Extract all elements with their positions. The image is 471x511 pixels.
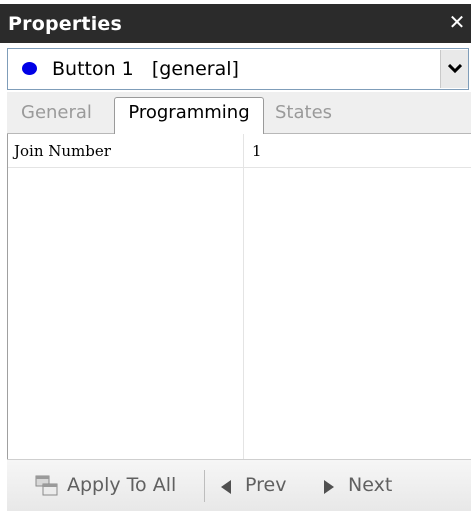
tab-general[interactable]: General (21, 98, 92, 134)
copy-windows-icon (35, 475, 58, 496)
prev-button[interactable]: Prev (219, 473, 299, 501)
property-grid: Join Number 1 (7, 134, 471, 459)
object-selector[interactable]: Button 1 [general] (7, 48, 469, 90)
toolbar-divider (204, 470, 205, 502)
next-button[interactable]: Next (322, 473, 412, 501)
blue-dot-icon (22, 62, 37, 75)
panel-title: Properties (8, 13, 122, 35)
properties-panel: Properties ✕ Button 1 [general] General … (0, 0, 471, 511)
prev-label: Prev (245, 474, 287, 496)
tab-strip: General Programming States (7, 92, 471, 134)
tab-programming[interactable]: Programming (114, 97, 264, 134)
apply-to-all-label: Apply To All (67, 474, 177, 496)
bottom-toolbar: Apply To All Prev Next (7, 459, 471, 511)
property-name: Join Number (14, 142, 111, 160)
title-bar: Properties ✕ (0, 4, 471, 43)
property-value[interactable]: 1 (252, 142, 262, 160)
dropdown-button[interactable] (440, 50, 468, 88)
apply-to-all-button[interactable]: Apply To All (35, 473, 195, 501)
selected-object-label: Button 1 [general] (52, 58, 239, 80)
close-icon[interactable]: ✕ (447, 9, 467, 35)
chevron-down-icon (448, 64, 462, 74)
next-label: Next (348, 474, 393, 496)
table-row[interactable]: Join Number 1 (8, 134, 471, 168)
tab-states[interactable]: States (275, 98, 332, 134)
column-divider[interactable] (243, 134, 244, 459)
triangle-right-icon (324, 480, 334, 494)
triangle-left-icon (221, 480, 231, 494)
